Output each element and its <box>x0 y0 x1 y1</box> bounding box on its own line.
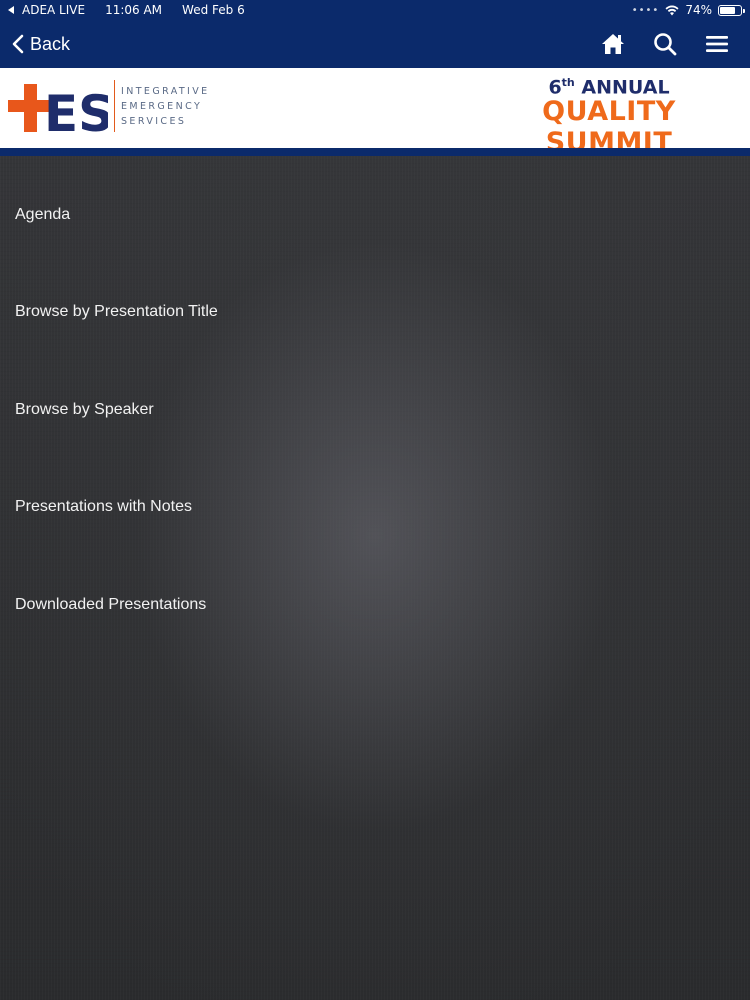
battery-level <box>720 6 735 14</box>
chevron-left-icon <box>12 34 24 54</box>
content-area: Agenda Browse by Presentation Title Browse… <box>0 156 750 1000</box>
search-icon <box>654 33 677 56</box>
home-icon <box>602 34 624 54</box>
status-time: 11:06 AM <box>105 3 163 17</box>
menu-icon <box>706 36 728 52</box>
menu-item-downloaded-presentations[interactable]: Downloaded Presentations <box>0 556 750 654</box>
status-date: Wed Feb 6 <box>182 3 245 17</box>
logo-divider <box>114 80 115 132</box>
wifi-icon <box>665 5 679 15</box>
home-button[interactable] <box>598 29 628 59</box>
back-button[interactable]: Back <box>12 34 70 55</box>
menu-item-label: Agenda <box>15 205 71 223</box>
banner-divider <box>0 148 750 156</box>
navigation-bar: Back <box>0 20 750 68</box>
menu-item-presentations-with-notes[interactable]: Presentations with Notes <box>0 459 750 557</box>
status-left: ADEA LIVE 11:06 AM Wed Feb 6 <box>8 3 245 17</box>
summit-ordinal: 6 <box>548 76 562 99</box>
status-bar: ADEA LIVE 11:06 AM Wed Feb 6 •••• 74% <box>0 0 750 20</box>
menu-item-browse-by-presentation-title[interactable]: Browse by Presentation Title <box>0 264 750 362</box>
menu-item-label: Presentations with Notes <box>15 498 192 516</box>
search-button[interactable] <box>650 29 680 59</box>
logo-line-3: SERVICES <box>121 116 187 127</box>
back-button-label: Back <box>30 33 71 54</box>
menu-item-label: Browse by Presentation Title <box>15 303 218 321</box>
ies-logo-letters: ES <box>44 85 108 143</box>
back-to-app-icon[interactable] <box>8 6 14 14</box>
menu-item-agenda[interactable]: Agenda <box>0 166 750 264</box>
menu-item-label: Browse by Speaker <box>15 400 154 418</box>
back-to-app-label[interactable]: ADEA LIVE <box>22 3 85 17</box>
ies-logo-text: INTEGRATIVE EMERGENCY SERVICES <box>121 84 210 129</box>
main-menu: Agenda Browse by Presentation Title Browse… <box>0 166 750 654</box>
nav-actions <box>598 29 732 59</box>
status-right: •••• 74% <box>631 3 745 17</box>
summit-ordinal-suffix: th <box>561 76 575 89</box>
summit-annual: 6th ANNUAL <box>484 76 734 98</box>
logo-line-2: EMERGENCY <box>121 101 203 112</box>
battery-percent: 74% <box>685 3 712 17</box>
summit-annual-label: ANNUAL <box>581 76 670 99</box>
battery-icon <box>718 4 745 16</box>
menu-button[interactable] <box>702 29 732 59</box>
cellular-dots-icon: •••• <box>631 4 660 16</box>
menu-item-browse-by-speaker[interactable]: Browse by Speaker <box>0 361 750 459</box>
logo-line-1: INTEGRATIVE <box>121 86 210 97</box>
menu-item-label: Downloaded Presentations <box>15 595 207 613</box>
